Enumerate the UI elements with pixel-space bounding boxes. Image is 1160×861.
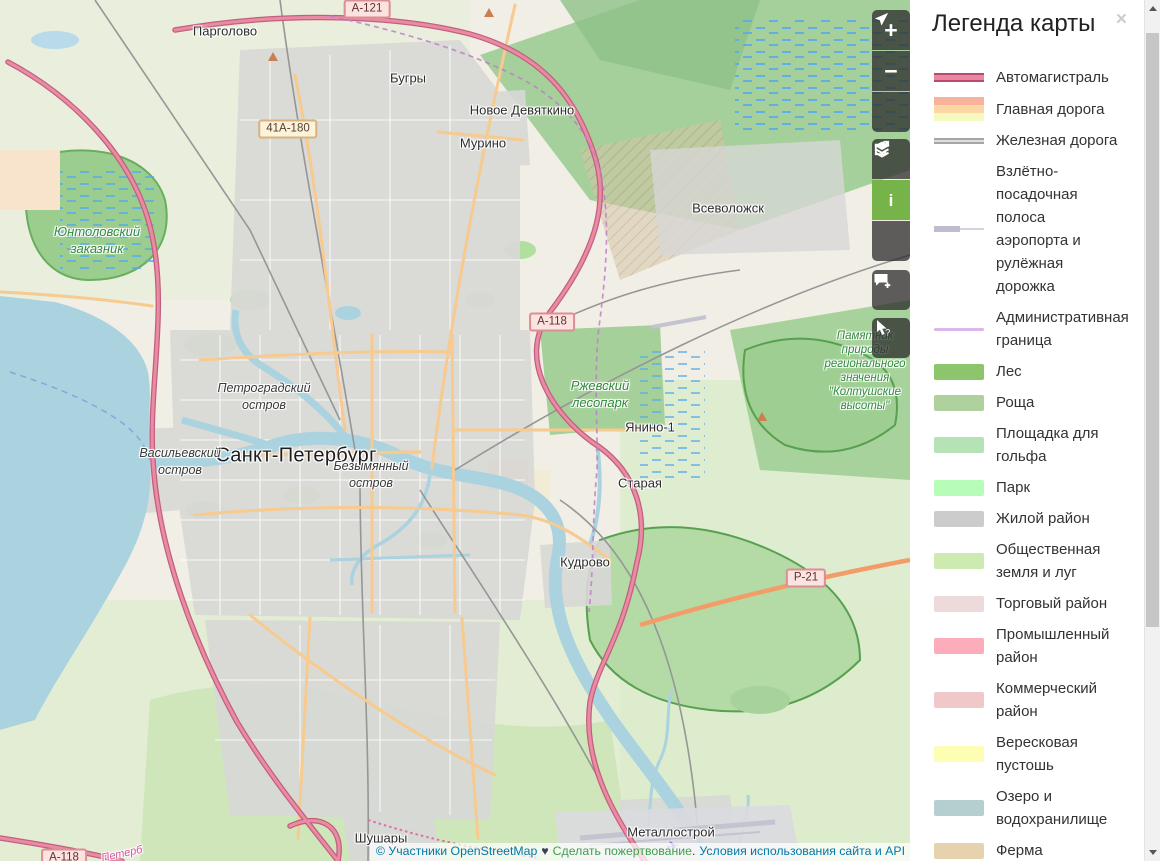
legend-label: Автомагистраль [996, 66, 1109, 89]
legend-item: Озеро и водохранилище [934, 785, 1118, 831]
legend-swatch-railway [934, 138, 984, 144]
scroll-up-button[interactable] [1145, 1, 1160, 16]
legend-label: Лес [996, 360, 1022, 383]
attribution-separator: . [692, 844, 695, 858]
donate-link[interactable]: Сделать пожертвование [553, 844, 692, 858]
legend-label: Озеро и водохранилище [996, 785, 1118, 831]
legend-label: Коммерческий район [996, 677, 1118, 723]
legend-item: Промышленный район [934, 623, 1118, 669]
control-group: +− [872, 10, 910, 132]
legend-item: Взлётно-посадочная полоса аэропорта и ру… [934, 160, 1118, 298]
osm-contributors-link[interactable]: © Участники OpenStreetMap [376, 844, 537, 858]
osm-app: ✈ [0, 0, 1160, 861]
legend-label: Ферма [996, 839, 1043, 861]
legend-swatch-area [934, 596, 984, 612]
legend-swatch-area [934, 843, 984, 859]
terms-link[interactable]: Условия использования сайта и API [699, 844, 905, 858]
map-graphics: ✈ [0, 0, 910, 861]
legend-swatch-area [934, 638, 984, 654]
map-key-button[interactable]: i [872, 180, 910, 220]
legend-item: Роща [934, 391, 1118, 414]
heart-icon: ♥ [541, 844, 548, 858]
legend-swatch-admin [934, 328, 984, 331]
legend-item: Торговый район [934, 592, 1118, 615]
legend-label: Главная дорога [996, 98, 1105, 121]
legend-label: Роща [996, 391, 1034, 414]
share-button[interactable] [872, 221, 910, 261]
info-icon: i [889, 192, 894, 209]
query-features-button[interactable]: ? [872, 318, 910, 358]
legend-swatch-area [934, 364, 984, 380]
road-badge: А-121 [344, 0, 391, 19]
add-note-button[interactable] [872, 270, 910, 310]
legend-label: Промышленный район [996, 623, 1118, 669]
legend-item: Парк [934, 476, 1118, 499]
legend-label: Площадка для гольфа [996, 422, 1118, 468]
legend-item: Жилой район [934, 507, 1118, 530]
legend-swatch-area [934, 692, 984, 708]
legend-item: Главная дорога [934, 97, 1118, 121]
road-badge: А-118 [529, 313, 575, 332]
legend-item: Вересковая пустошь [934, 731, 1118, 777]
legend-label: Взлётно-посадочная полоса аэропорта и ру… [996, 160, 1118, 298]
legend-item: Административная граница [934, 306, 1118, 352]
legend-label: Парк [996, 476, 1030, 499]
legend-label: Железная дорога [996, 129, 1117, 152]
control-group [872, 270, 910, 310]
road-badge: Р-21 [786, 569, 826, 588]
attribution-bar: © Участники OpenStreetMap ♥ Сделать пожерт… [370, 843, 910, 861]
legend-swatch-main-road [934, 97, 984, 121]
scroll-down-icon [1149, 850, 1157, 855]
control-group: ? [872, 318, 910, 358]
legend-label: Торговый район [996, 592, 1107, 615]
legend-swatch-area [934, 480, 984, 496]
legend-swatch-area [934, 746, 984, 762]
legend-swatch-area [934, 800, 984, 816]
legend-item: Лес [934, 360, 1118, 383]
legend-item: Автомагистраль [934, 66, 1118, 89]
minus-icon: − [884, 60, 897, 83]
legend-items: Автомагистраль Главная дорога Железная дор… [910, 38, 1160, 861]
legend-label: Вересковая пустошь [996, 731, 1118, 777]
legend-swatch-area [934, 553, 984, 569]
scroll-up-icon [1149, 6, 1157, 11]
zoom-out-button[interactable]: − [872, 51, 910, 91]
legend-swatch-runway [934, 226, 984, 233]
road-badge: А-118 [41, 849, 87, 861]
legend-swatch-motorway [934, 73, 984, 82]
legend-swatch-area [934, 437, 984, 453]
legend-scrollbar[interactable] [1144, 0, 1160, 861]
legend-swatch-area [934, 511, 984, 527]
legend-label: Административная граница [996, 306, 1129, 352]
legend-label: Общественная земля и луг [996, 538, 1118, 584]
legend-item: Коммерческий район [934, 677, 1118, 723]
scroll-down-button[interactable] [1145, 845, 1160, 860]
legend-item: Общественная земля и луг [934, 538, 1118, 584]
road-badge: 41А-180 [258, 120, 317, 139]
locate-button[interactable] [872, 92, 910, 132]
scrollbar-thumb[interactable] [1146, 33, 1159, 627]
legend-panel: Легенда карты × АвтомагистральГлавная до… [910, 0, 1160, 861]
close-icon[interactable]: × [1116, 10, 1127, 29]
legend-item: Площадка для гольфа [934, 422, 1118, 468]
legend-item: Железная дорога [934, 129, 1118, 152]
control-group: i [872, 139, 910, 261]
map-canvas[interactable]: ✈ [0, 0, 910, 861]
legend-swatch-area [934, 395, 984, 411]
legend-label: Жилой район [996, 507, 1090, 530]
svg-text:?: ? [885, 328, 890, 338]
legend-item: Ферма [934, 839, 1118, 861]
